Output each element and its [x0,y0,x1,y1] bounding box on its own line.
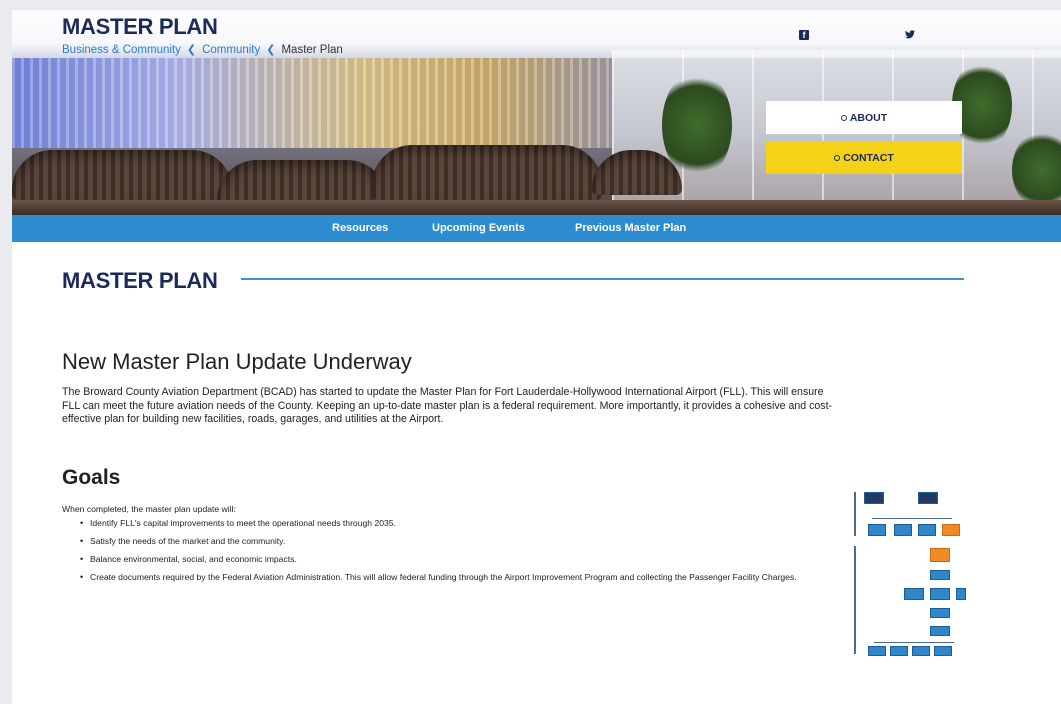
org-chart-box [930,608,950,618]
contact-button[interactable]: CONTACT [766,141,962,174]
sub-navigation: Resources Upcoming Events Previous Maste… [12,215,1061,242]
update-paragraph: The Broward County Aviation Department (… [62,386,833,425]
hero-floor [12,200,1061,215]
breadcrumb-community[interactable]: Community [202,44,260,56]
breadcrumb-business-community[interactable]: Business & Community [62,44,181,56]
org-chart-box [930,570,950,580]
org-chart-box [864,492,884,504]
about-label: ABOUT [849,111,888,124]
goals-list: Identify FLL's capital improvements to m… [78,518,848,590]
org-chart-box [942,524,960,536]
hero-seating [372,145,602,200]
list-item: Create documents required by the Federal… [78,572,848,583]
org-chart-box [918,524,936,536]
org-chart-box [930,548,950,562]
chevron-left-icon: ❮ [266,44,276,56]
site-title[interactable]: MASTER PLAN [62,14,218,40]
about-button[interactable]: ABOUT [766,101,962,134]
goals-heading: Goals [62,466,121,489]
info-circle-icon [840,114,847,121]
org-chart-box [868,646,886,656]
list-item: Identify FLL's capital improvements to m… [78,518,848,529]
hero-curtain-art [12,58,652,148]
list-item: Satisfy the needs of the market and the … [78,536,848,547]
info-circle-icon [834,154,841,161]
org-chart-bracket [854,546,856,654]
facebook-icon[interactable]: f [799,30,809,40]
org-chart-thumbnail[interactable] [850,488,968,656]
org-chart-box [930,626,950,636]
org-chart-box [904,588,924,600]
org-chart-bracket [854,492,856,536]
twitter-icon[interactable] [905,30,915,40]
org-chart-box [934,646,952,656]
twitter-bird-icon [905,30,915,39]
breadcrumb-current: Master Plan [281,43,343,56]
org-chart-box [918,492,938,504]
chevron-left-icon: ❮ [186,44,197,56]
org-chart-connector [872,518,952,519]
org-chart-box [890,646,908,656]
org-chart-box [868,524,886,536]
org-chart-box [956,588,966,600]
breadcrumb: Business & Community ❮ Community ❮ Maste… [62,43,343,57]
update-heading: New Master Plan Update Underway [62,349,412,374]
org-chart-box [912,646,930,656]
page: MASTER PLAN Business & Community ❮ Commu… [12,10,1061,704]
org-chart-connector [874,642,954,643]
org-chart-box [930,588,950,600]
section-title: MASTER PLAN [62,268,218,293]
hero-banner: MASTER PLAN Business & Community ❮ Commu… [12,10,1061,215]
list-item: Balance environmental, social, and econo… [78,554,848,565]
subnav-previous-master-plan[interactable]: Previous Master Plan [575,222,686,234]
section-title-rule [241,278,964,280]
org-chart-box [894,524,912,536]
hero-seating [12,150,232,200]
contact-label: CONTACT [843,151,894,164]
goals-lead: When completed, the master plan update w… [62,504,236,514]
subnav-upcoming-events[interactable]: Upcoming Events [432,222,525,234]
subnav-resources[interactable]: Resources [332,222,388,234]
